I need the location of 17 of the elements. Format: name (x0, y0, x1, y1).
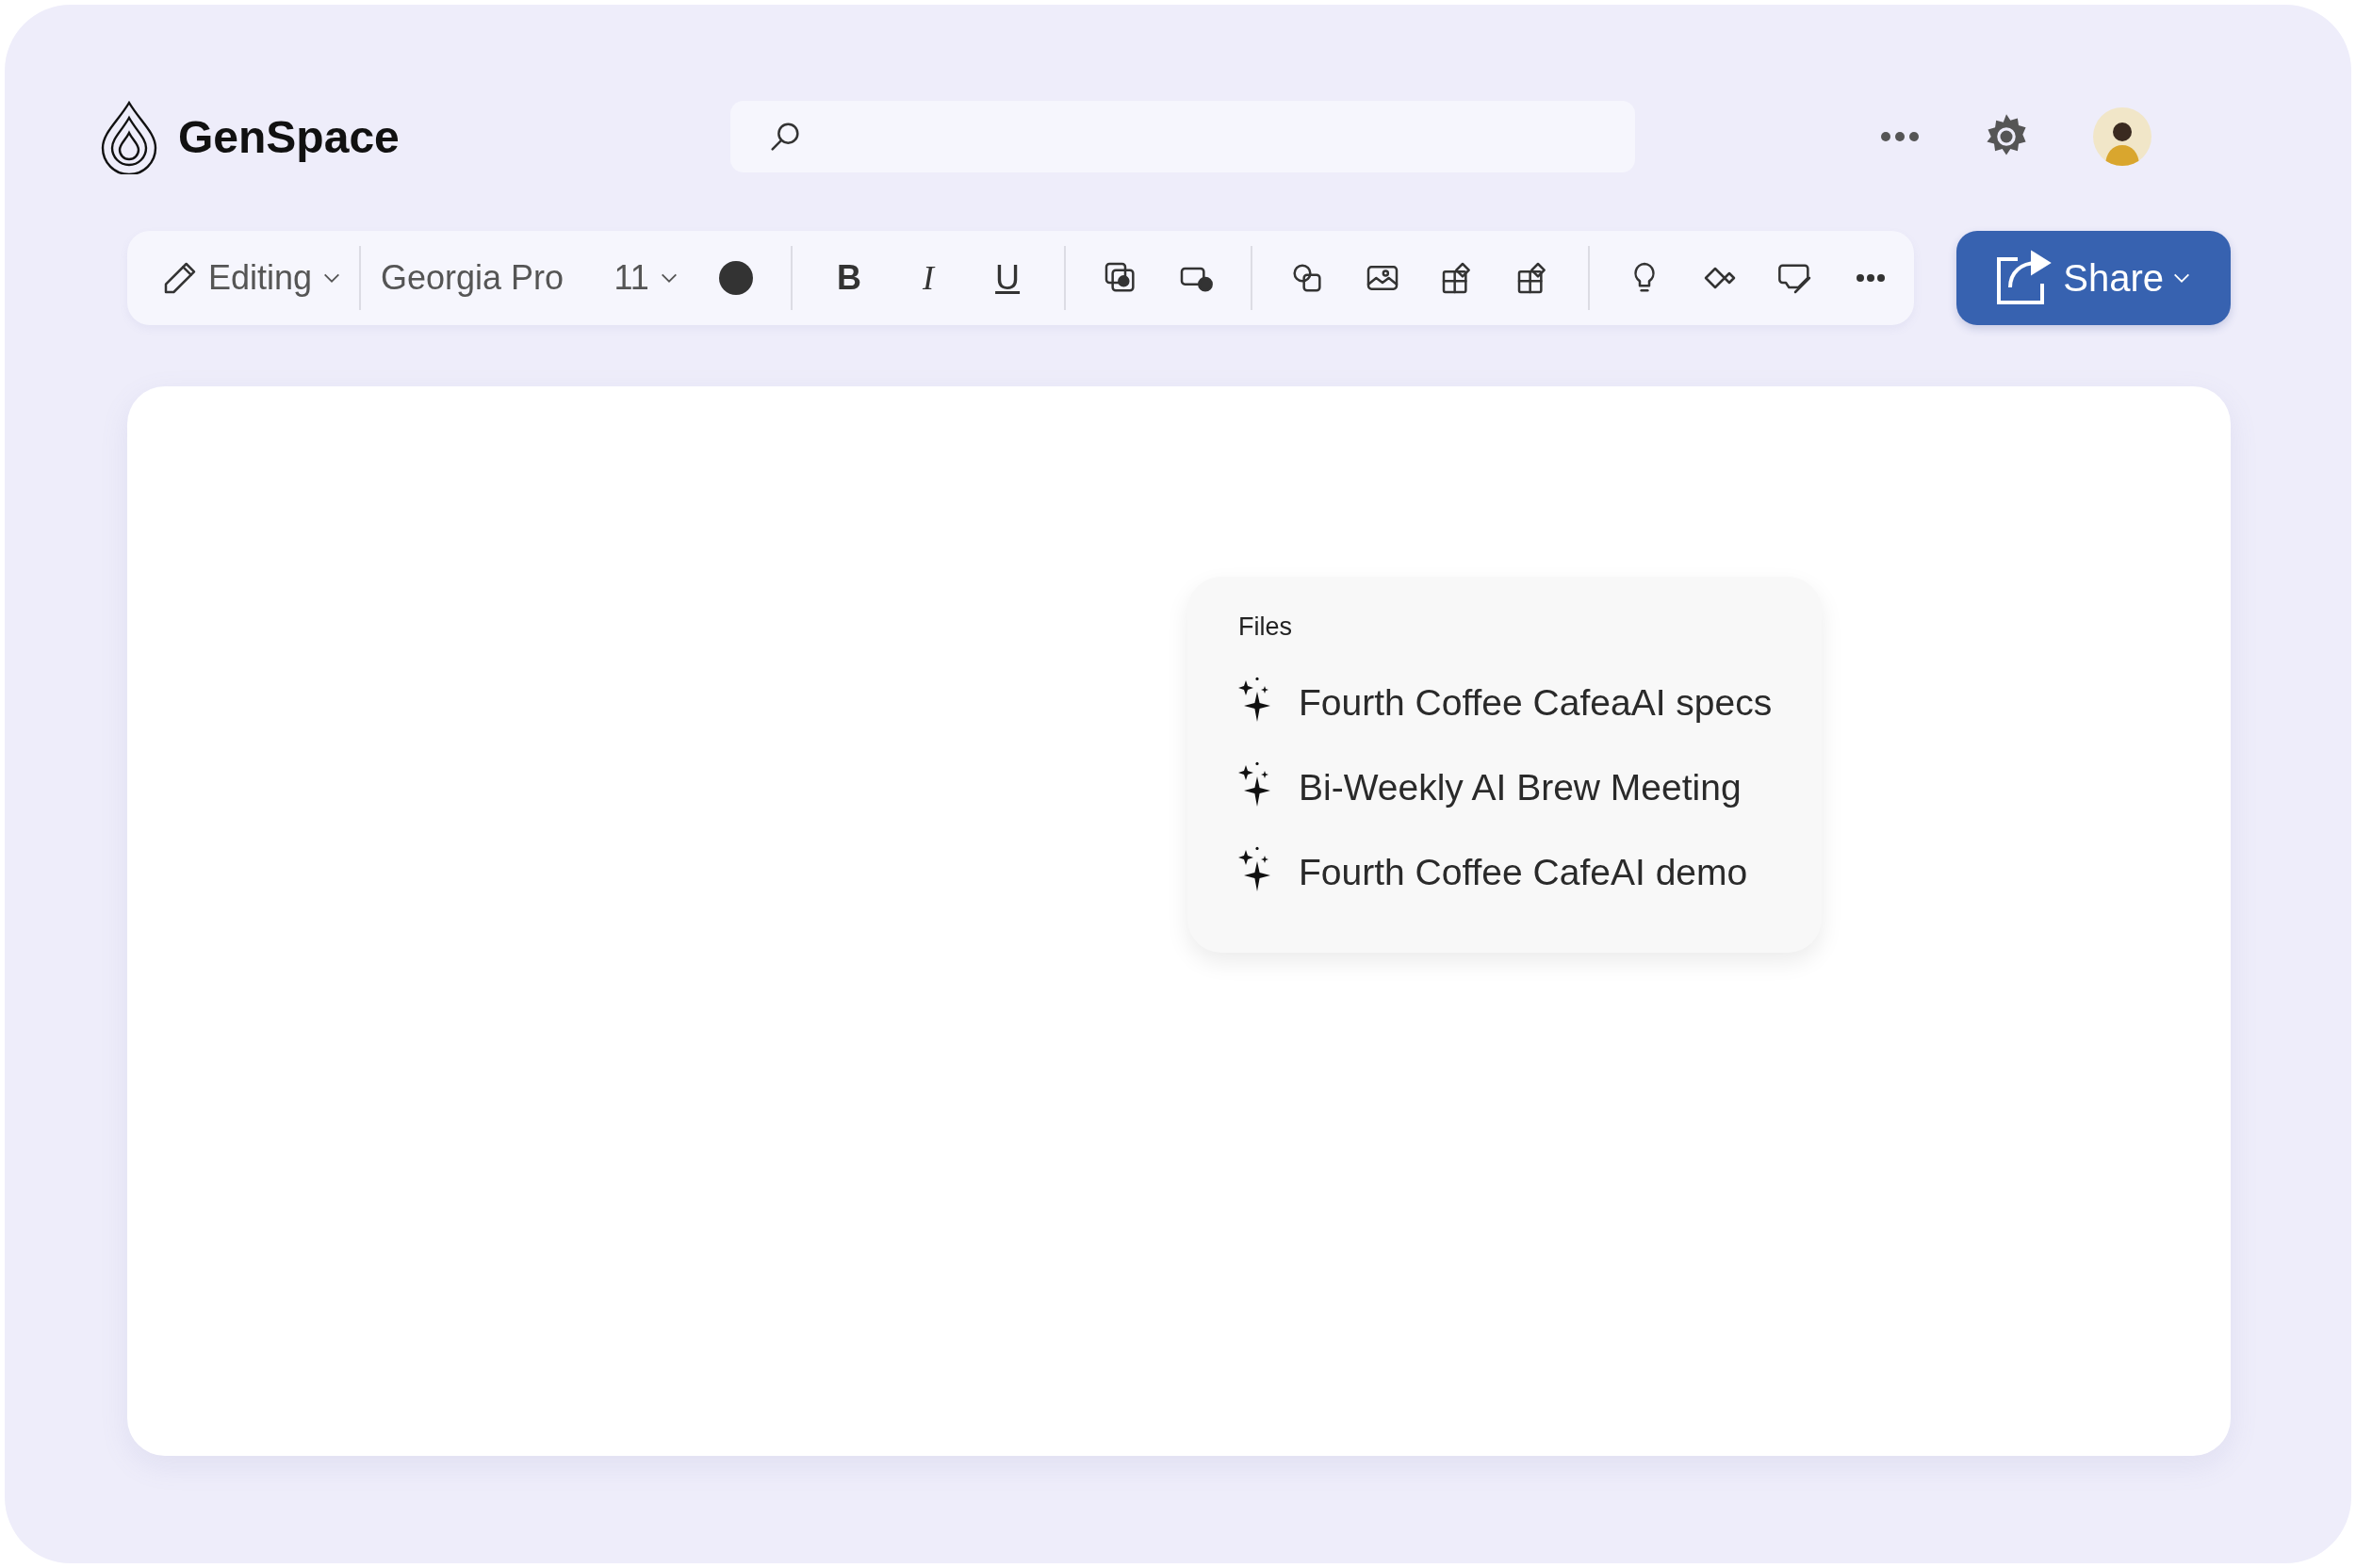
menu-heading: Files (1238, 612, 1293, 642)
document-canvas[interactable]: Files Fourth Coffee CafeaAI specs Bi-Weekly AI Brew Meeting Fourth Coffee CafeAI demo (127, 386, 2231, 1456)
more-icon[interactable] (1880, 131, 1920, 142)
bold-button[interactable]: B (819, 248, 880, 308)
italic-button[interactable]: I (898, 248, 959, 308)
search-field[interactable] (730, 101, 1635, 172)
share-button[interactable]: Share (1956, 231, 2231, 325)
font-dropdown[interactable]: Georgia Pro (378, 248, 567, 308)
text-color-swatch[interactable] (719, 261, 754, 295)
app-name: GenSpace (178, 110, 400, 163)
font-size-dropdown[interactable]: 11 (595, 248, 699, 308)
editing-mode-dropdown[interactable]: Editing (161, 248, 343, 308)
more-icon (1856, 273, 1887, 283)
file-item[interactable]: Bi-Weekly AI Brew Meeting (1238, 745, 1793, 830)
file-item[interactable]: Fourth Coffee CafeaAI specs (1238, 661, 1793, 745)
file-item[interactable]: Fourth Coffee CafeAI demo (1238, 830, 1793, 915)
underline-button[interactable]: U (977, 248, 1039, 308)
